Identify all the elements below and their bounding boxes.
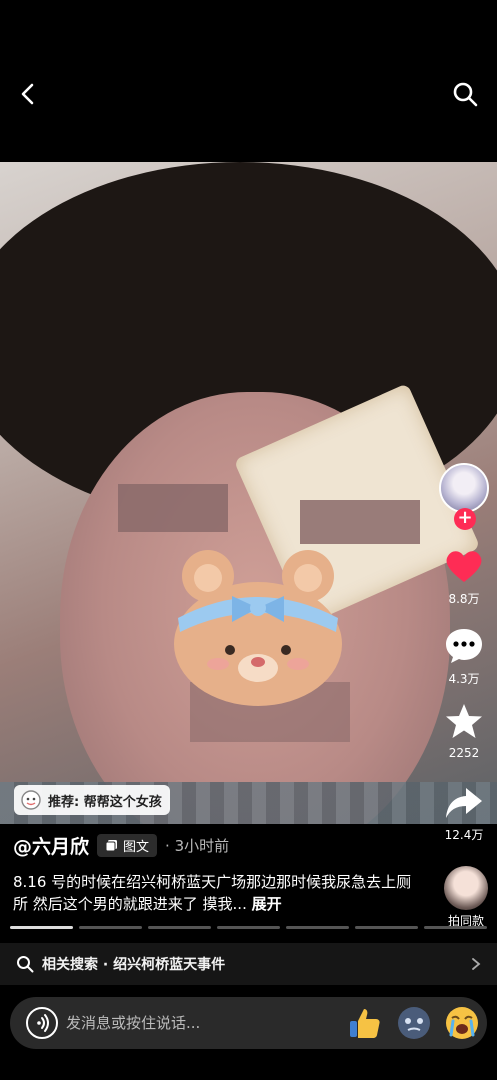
author-avatar[interactable] [439, 463, 489, 513]
comment-button[interactable]: 4.3万 [437, 626, 491, 687]
follow-button[interactable]: + [454, 508, 476, 530]
search-icon [453, 82, 478, 107]
message-input-bar: 发消息或按住说话... [10, 997, 487, 1049]
star-icon [446, 704, 482, 738]
sticker-icon [21, 790, 41, 810]
author-row: @六月欣 图文 · 3小时前 [13, 832, 229, 859]
back-button[interactable] [14, 80, 42, 108]
progress-segment [217, 926, 280, 929]
progress-segment [424, 926, 487, 929]
image-stack-icon [105, 840, 118, 852]
voice-icon [37, 1014, 49, 1032]
heart-icon [446, 551, 482, 582]
progress-segment [148, 926, 211, 929]
caption: 8.16 号的时候在绍兴柯桥蓝天广场那边那时候我尿急去上厕所 然后这个男的就跟进… [13, 871, 413, 915]
progress-segment [355, 926, 418, 929]
pixelated-eye-left [118, 484, 228, 532]
pixelated-eye-right [300, 500, 420, 544]
same-style-button[interactable]: 拍同款 [438, 866, 494, 929]
post-image[interactable] [0, 162, 497, 824]
share-icon [446, 788, 482, 818]
progress-segment [79, 926, 142, 929]
like-count: 8.8万 [448, 592, 480, 606]
message-input[interactable]: 发消息或按住说话... [66, 997, 326, 1049]
bear-sticker [174, 550, 342, 706]
chevron-left-icon [21, 83, 34, 105]
comment-count: 4.3万 [448, 672, 480, 686]
image-progress [10, 926, 487, 929]
related-search-label: 相关搜索 · 绍兴柯桥蓝天事件 [42, 957, 226, 973]
progress-segment [286, 926, 349, 929]
share-count: 12.4万 [444, 828, 484, 842]
recommend-chip[interactable]: 推荐: 帮帮这个女孩 [14, 785, 170, 815]
thumbs-up-emoji[interactable] [346, 1005, 382, 1041]
photo-type-label: 图文 [123, 840, 150, 855]
comment-icon [446, 629, 482, 663]
like-button[interactable]: 8.8万 [437, 548, 491, 607]
recommend-label: 推荐: 帮帮这个女孩 [48, 794, 162, 810]
related-search-bar[interactable]: 相关搜索 · 绍兴柯桥蓝天事件 [0, 943, 497, 985]
share-button[interactable]: 12.4万 [437, 786, 491, 843]
expand-button[interactable]: 展开 [252, 895, 282, 913]
author-name[interactable]: @六月欣 [13, 832, 89, 859]
crying-face-emoji[interactable] [444, 1005, 480, 1041]
search-button[interactable] [451, 80, 479, 108]
caption-text: 8.16 号的时候在绍兴柯桥蓝天广场那边那时候我尿急去上厕所 然后这个男的就跟进… [13, 873, 412, 913]
voice-button[interactable] [26, 1007, 58, 1039]
chevron-right-icon [472, 958, 481, 970]
search-icon [17, 956, 34, 973]
favorite-button[interactable]: 2252 [437, 702, 491, 760]
favorite-count: 2252 [448, 746, 480, 760]
progress-segment [10, 926, 73, 929]
photo-type-tag: 图文 [97, 834, 158, 857]
dark-face-emoji[interactable] [396, 1005, 432, 1041]
same-style-avatar [444, 866, 488, 910]
post-time: · 3小时前 [165, 837, 230, 855]
